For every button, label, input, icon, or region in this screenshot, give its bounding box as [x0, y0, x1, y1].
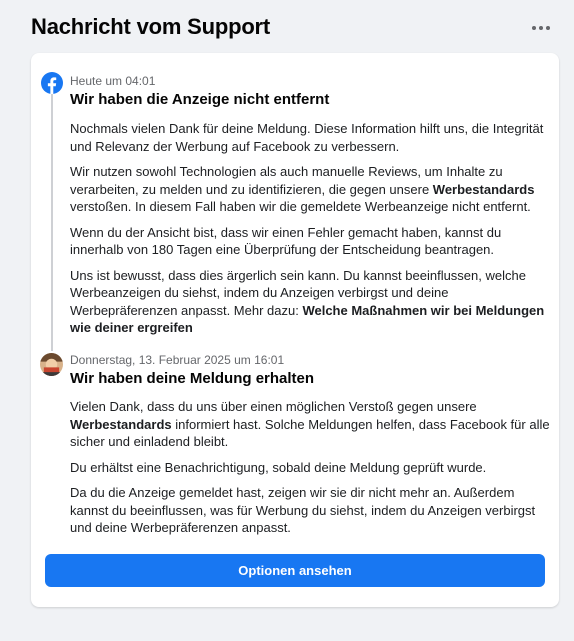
message-report-received: Donnerstag, 13. Februar 2025 um 16:01 Wi… [70, 352, 550, 537]
more-options-icon[interactable] [526, 16, 556, 40]
message-ad-not-removed: Heute um 04:01 Wir haben die Anzeige nic… [70, 73, 550, 337]
message-paragraph: Da du die Anzeige gemeldet hast, zeigen … [70, 485, 536, 535]
message-paragraph: Du erhältst eine Benachrichtigung, sobal… [70, 459, 487, 475]
message-paragraph: Vielen Dank, dass du uns über einen mögl… [70, 399, 550, 449]
message-timestamp: Donnerstag, 13. Februar 2025 um 16:01 [70, 353, 285, 367]
timeline-line [51, 93, 53, 351]
message-title: Wir haben deine Meldung erhalten [70, 370, 315, 387]
page-header: Nachricht vom Support [0, 0, 574, 52]
message-paragraph: Wenn du der Ansicht bist, dass wir einen… [70, 224, 502, 258]
message-paragraph: Uns ist bewusst, dass dies ärgerlich sei… [70, 267, 545, 336]
view-options-button[interactable]: Optionen ansehen [45, 554, 545, 587]
message-timestamp: Heute um 04:01 [70, 74, 156, 88]
message-title: Wir haben die Anzeige nicht entfernt [70, 91, 330, 108]
message-paragraph: Nochmals vielen Dank für deine Meldung. … [70, 121, 544, 154]
message-paragraph: Wir nutzen sowohl Technologien als auch … [70, 164, 535, 214]
page-title: Nachricht vom Support [31, 14, 271, 39]
ad-standards-link[interactable]: Werbestandards [70, 417, 172, 432]
ad-standards-link[interactable]: Werbestandards [433, 182, 535, 197]
user-avatar [40, 353, 63, 376]
support-message-card: Heute um 04:01 Wir haben die Anzeige nic… [31, 53, 559, 607]
facebook-logo-icon [41, 72, 63, 94]
